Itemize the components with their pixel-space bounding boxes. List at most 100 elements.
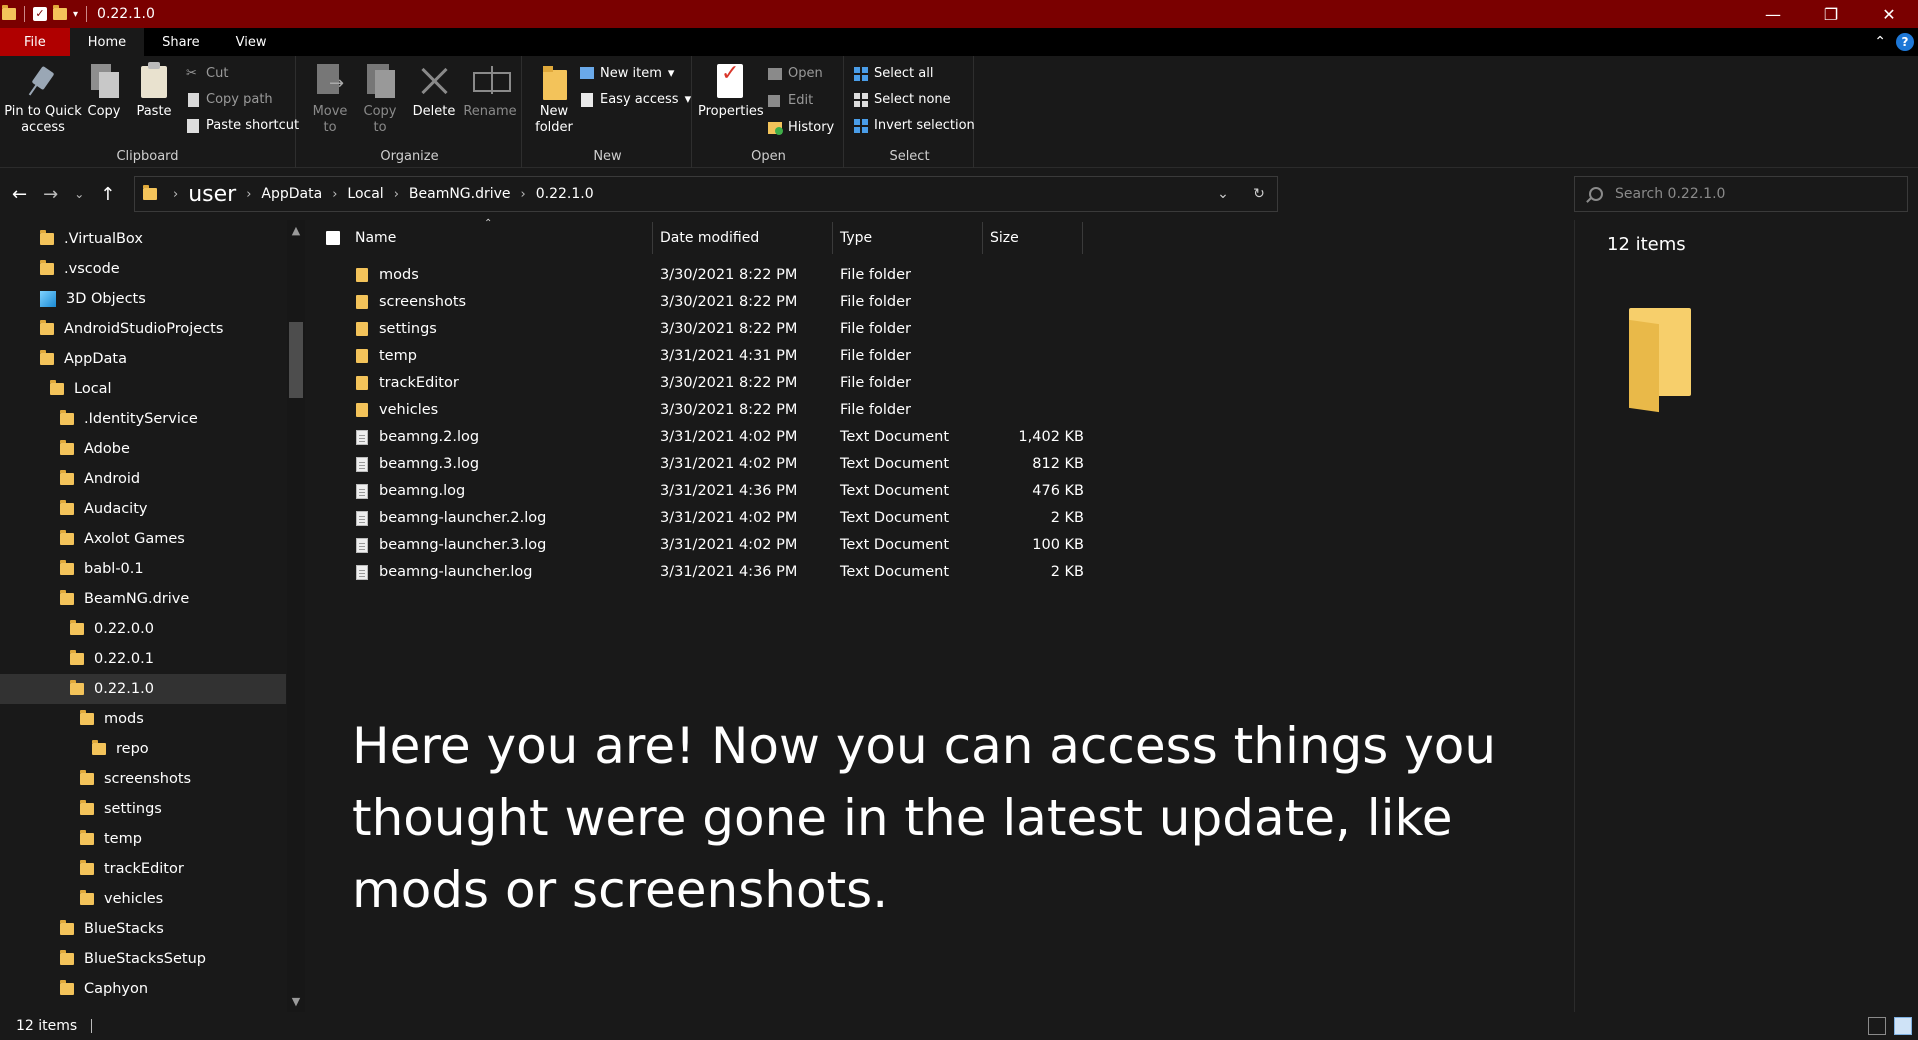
- chevron-right-icon[interactable]: ›: [394, 187, 399, 202]
- open-button[interactable]: Open: [768, 66, 823, 81]
- address-bar[interactable]: › user › AppData › Local › BeamNG.drive …: [134, 176, 1278, 212]
- breadcrumb-current[interactable]: 0.22.1.0: [536, 186, 594, 202]
- nav-tree-item[interactable]: temp: [0, 824, 286, 854]
- file-row[interactable]: beamng.log 3/31/2021 4:36 PM Text Document…: [312, 478, 1092, 505]
- easy-access-button[interactable]: Easy access ▾: [580, 92, 691, 107]
- nav-tree-item[interactable]: trackEditor: [0, 854, 286, 884]
- invert-selection-button[interactable]: Invert selection: [854, 118, 975, 133]
- tab-home[interactable]: Home: [69, 28, 145, 56]
- move-to-button[interactable]: Move to: [310, 62, 350, 136]
- chevron-right-icon[interactable]: ›: [521, 187, 526, 202]
- back-arrow-icon[interactable]: ←: [12, 184, 27, 205]
- help-icon[interactable]: ?: [1896, 33, 1914, 51]
- nav-tree-item[interactable]: mods: [0, 704, 286, 734]
- rename-button[interactable]: Rename: [462, 62, 518, 120]
- large-icons-view-icon[interactable]: [1894, 1017, 1912, 1035]
- nav-tree-item[interactable]: BlueStacksSetup: [0, 944, 286, 974]
- nav-tree-item[interactable]: vehicles: [0, 884, 286, 914]
- nav-tree-item[interactable]: screenshots: [0, 764, 286, 794]
- chevron-right-icon[interactable]: ›: [173, 187, 178, 202]
- file-row[interactable]: screenshots 3/30/2021 8:22 PM File folder: [312, 289, 1092, 316]
- nav-tree-item[interactable]: .VirtualBox: [0, 224, 286, 254]
- nav-tree-item[interactable]: AndroidStudioProjects: [0, 314, 286, 344]
- search-box[interactable]: Search 0.22.1.0: [1574, 176, 1908, 212]
- nav-tree-item[interactable]: 3D Objects: [0, 284, 286, 314]
- edit-button[interactable]: Edit: [768, 93, 813, 108]
- properties-button[interactable]: Properties: [698, 62, 764, 120]
- nav-tree-item[interactable]: Axolot Games: [0, 524, 286, 554]
- column-header-type[interactable]: Type: [840, 220, 940, 256]
- paste-shortcut-button[interactable]: Paste shortcut: [186, 118, 299, 133]
- nav-tree-item[interactable]: Local: [0, 374, 286, 404]
- recent-locations-icon[interactable]: ⌄: [74, 187, 84, 201]
- tab-file[interactable]: File: [0, 28, 70, 56]
- select-none-button[interactable]: Select none: [854, 92, 951, 107]
- scrollbar-thumb[interactable]: [289, 322, 303, 398]
- minimize-button[interactable]: —: [1744, 0, 1802, 28]
- copy-path-button[interactable]: Copy path: [186, 92, 273, 107]
- file-row[interactable]: mods 3/30/2021 8:22 PM File folder: [312, 262, 1092, 289]
- file-row[interactable]: beamng-launcher.log 3/31/2021 4:36 PM Text…: [312, 559, 1092, 586]
- navigation-scrollbar[interactable]: ▲ ▼: [287, 220, 305, 1012]
- file-row[interactable]: temp 3/31/2021 4:31 PM File folder: [312, 343, 1092, 370]
- file-row[interactable]: vehicles 3/30/2021 8:22 PM File folder: [312, 397, 1092, 424]
- restore-button[interactable]: ❐: [1802, 0, 1860, 28]
- file-row[interactable]: beamng.3.log 3/31/2021 4:02 PM Text Docume…: [312, 451, 1092, 478]
- nav-tree-item[interactable]: settings: [0, 794, 286, 824]
- nav-tree-item[interactable]: AppData: [0, 344, 286, 374]
- column-divider[interactable]: [1082, 222, 1083, 254]
- column-header-date[interactable]: Date modified: [660, 220, 790, 256]
- navigation-pane[interactable]: .VirtualBox .vscode 3D Objects AndroidStudi…: [0, 220, 308, 1012]
- breadcrumb-appdata[interactable]: AppData: [261, 186, 322, 202]
- breadcrumb-user[interactable]: user: [188, 182, 236, 207]
- column-divider[interactable]: [982, 222, 983, 254]
- select-all-checkbox[interactable]: [326, 231, 340, 245]
- tab-view[interactable]: View: [218, 28, 285, 56]
- nav-tree-item[interactable]: BeamNG.drive: [0, 584, 286, 614]
- column-divider[interactable]: [832, 222, 833, 254]
- delete-button[interactable]: Delete: [412, 62, 456, 120]
- nav-tree-item[interactable]: 0.22.0.0: [0, 614, 286, 644]
- new-item-button[interactable]: New item ▾: [580, 66, 674, 81]
- cut-button[interactable]: ✂ Cut: [186, 66, 228, 81]
- scroll-down-icon[interactable]: ▼: [287, 995, 305, 1008]
- nav-tree-item[interactable]: Android: [0, 464, 286, 494]
- nav-tree-item[interactable]: BlueStacks: [0, 914, 286, 944]
- column-header-name[interactable]: Name: [355, 220, 565, 256]
- details-view-icon[interactable]: [1868, 1017, 1886, 1035]
- column-header-size[interactable]: Size: [990, 220, 1050, 256]
- file-row[interactable]: beamng-launcher.3.log 3/31/2021 4:02 PM Te…: [312, 532, 1092, 559]
- file-row[interactable]: trackEditor 3/30/2021 8:22 PM File folder: [312, 370, 1092, 397]
- nav-tree-item[interactable]: Adobe: [0, 434, 286, 464]
- scroll-up-icon[interactable]: ▲: [287, 224, 305, 237]
- nav-tree-item[interactable]: .IdentityService: [0, 404, 286, 434]
- pin-to-quick-access-button[interactable]: Pin to Quick access: [4, 62, 82, 136]
- chevron-right-icon[interactable]: ›: [246, 187, 251, 202]
- nav-tree-item[interactable]: Caphyon: [0, 974, 286, 1004]
- breadcrumb-beamng[interactable]: BeamNG.drive: [409, 186, 511, 202]
- file-row[interactable]: beamng.2.log 3/31/2021 4:02 PM Text Docume…: [312, 424, 1092, 451]
- history-button[interactable]: History: [768, 120, 834, 135]
- tab-share[interactable]: Share: [144, 28, 218, 56]
- up-arrow-icon[interactable]: ↑: [100, 184, 115, 205]
- customize-toolbar-icon[interactable]: ▾: [73, 9, 78, 20]
- file-row[interactable]: settings 3/30/2021 8:22 PM File folder: [312, 316, 1092, 343]
- forward-arrow-icon[interactable]: →: [43, 184, 58, 205]
- address-history-icon[interactable]: ⌄: [1205, 186, 1241, 202]
- column-divider[interactable]: [652, 222, 653, 254]
- properties-quick-icon[interactable]: ✓: [33, 7, 47, 21]
- copy-to-button[interactable]: Copy to: [360, 62, 400, 136]
- nav-tree-item[interactable]: 0.22.0.1: [0, 644, 286, 674]
- paste-button[interactable]: Paste: [134, 62, 174, 120]
- chevron-right-icon[interactable]: ›: [332, 187, 337, 202]
- file-row[interactable]: beamng-launcher.2.log 3/31/2021 4:02 PM Te…: [312, 505, 1092, 532]
- nav-tree-item[interactable]: repo: [0, 734, 286, 764]
- nav-tree-item[interactable]: 0.22.1.0: [0, 674, 286, 704]
- new-folder-quick-icon[interactable]: [53, 5, 67, 20]
- new-folder-button[interactable]: New folder: [530, 62, 578, 136]
- copy-button[interactable]: Copy: [86, 62, 122, 120]
- nav-tree-item[interactable]: .vscode: [0, 254, 286, 284]
- nav-tree-item[interactable]: babl-0.1: [0, 554, 286, 584]
- close-button[interactable]: ✕: [1860, 0, 1918, 28]
- select-all-button[interactable]: Select all: [854, 66, 933, 81]
